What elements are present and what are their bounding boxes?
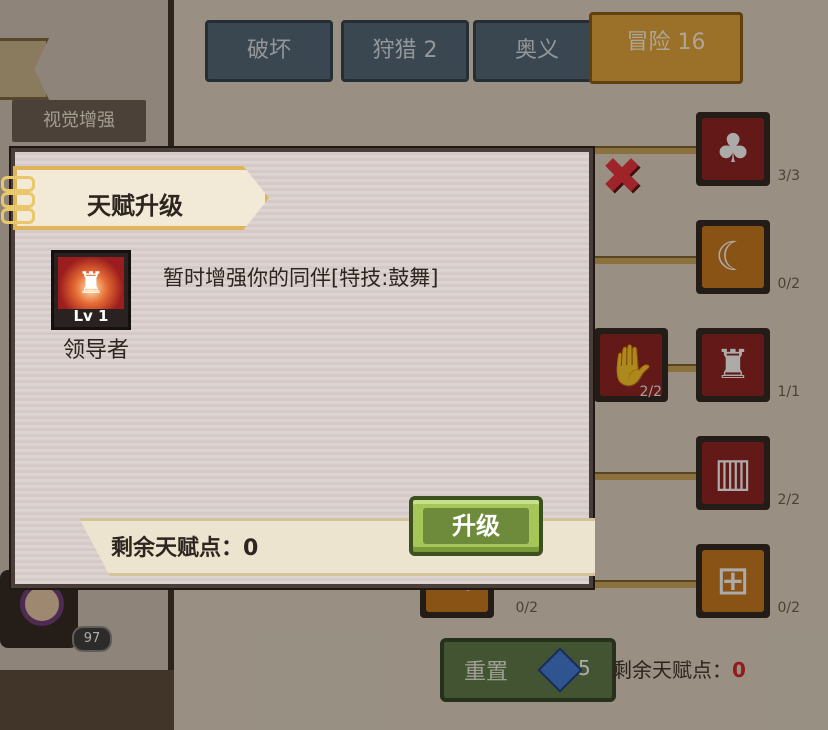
dialog-title-tab: 天赋升级 <box>13 166 269 230</box>
skill-level: Lv 1 <box>73 307 109 325</box>
binder-ring-icon <box>1 176 35 192</box>
upgrade-button[interactable]: 升级 <box>409 496 543 556</box>
upgrade-label: 升级 <box>423 508 529 544</box>
skill-icon: ♜ Lv 1 <box>51 250 131 330</box>
skill-name: 领导者 <box>62 338 129 363</box>
talent-upgrade-dialog: 天赋升级 ♜ Lv 1 领导者 暂时增强你的同伴[特技:鼓舞] 剩余天赋点：0 … <box>1 148 595 588</box>
leader-icon: ♜ <box>58 257 124 309</box>
binder-ring-icon <box>1 192 35 208</box>
binder-ring-icon <box>1 208 35 224</box>
dialog-remaining-points: 剩余天赋点：0 <box>111 536 259 561</box>
skill-description: 暂时增强你的同伴[特技:鼓舞] <box>163 266 439 290</box>
dialog-title: 天赋升级 <box>87 192 183 220</box>
